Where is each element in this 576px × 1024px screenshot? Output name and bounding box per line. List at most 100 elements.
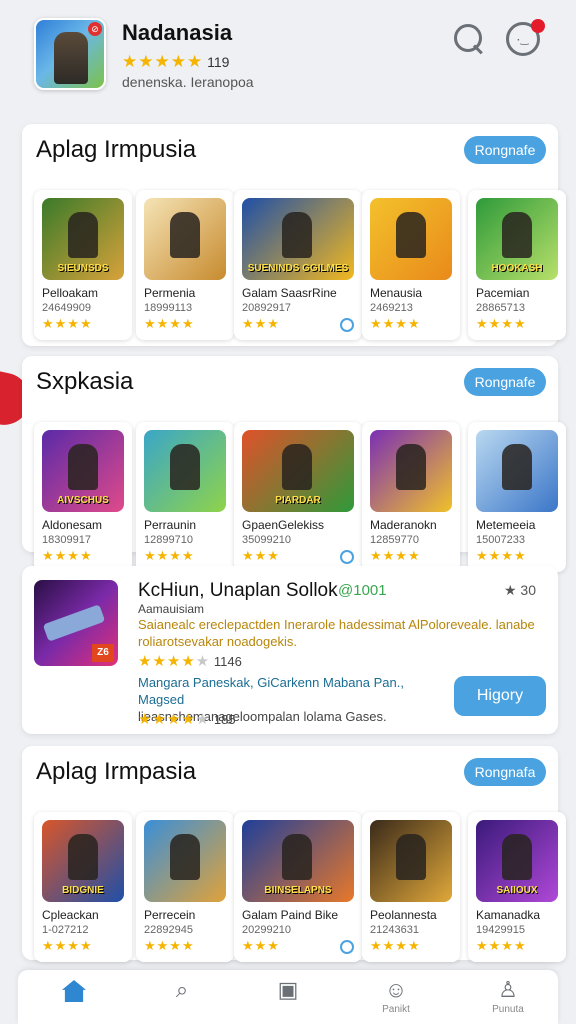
game-card[interactable]: Menausia 2469213 ★★★★: [362, 190, 460, 340]
game-thumbnail: SUENINDS GGILMES: [242, 198, 354, 280]
character-art: [502, 212, 532, 258]
section-aplag-irmpasia: Aplag Irmpasia Rongnafa BIDGNIE Cpleackan…: [22, 746, 566, 962]
game-thumbnail: [144, 198, 226, 280]
game-name: GpaenGelekiss: [242, 518, 325, 532]
featured-tag: @1001: [338, 582, 387, 599]
game-name: Metemeeia: [476, 518, 536, 532]
game-thumbnail: [144, 820, 226, 902]
character-art: [68, 444, 98, 490]
game-name: Menausia: [370, 286, 423, 300]
game-thumbnail: [370, 430, 452, 512]
game-name: Perrecein: [144, 908, 196, 922]
download-count: 21243631: [370, 924, 419, 936]
game-card[interactable]: SIEUNSDS Pelloakam 24649909 ★★★★: [34, 190, 132, 340]
game-card[interactable]: Metemeeia 15007233 ★★★★: [468, 422, 566, 572]
character-art: [502, 444, 532, 490]
download-count: 1-027212: [42, 924, 89, 936]
game-name: Galam SaasrRine: [242, 286, 337, 300]
card-row: AIVSCHUS Aldonesam 18309917 ★★★★ Perraunin 12…: [22, 414, 576, 574]
home-icon: [34, 976, 114, 1004]
featured-app-card[interactable]: Z6 KcHiun, Unaplan Sollok @1001 ★ 30 Aam…: [22, 566, 558, 734]
notification-dot: [531, 19, 545, 33]
game-card[interactable]: PIARDAR GpaenGelekiss 35099210 ★★★: [234, 422, 362, 572]
download-count: 12859770: [370, 534, 419, 546]
app-icon[interactable]: ⊘: [34, 18, 106, 90]
thumbnail-label: HOOKASH: [491, 263, 543, 274]
character-art: [396, 444, 426, 490]
download-count: 20299210: [242, 924, 291, 936]
featured-score: ★ 30: [503, 582, 536, 598]
game-name: Cpleackan: [42, 908, 99, 922]
featured-thumbnail[interactable]: Z6: [34, 580, 118, 666]
character-art: [502, 834, 532, 880]
section-more-button[interactable]: Rongnafe: [464, 136, 546, 164]
game-card[interactable]: Peolannesta 21243631 ★★★★: [362, 812, 460, 962]
profile-face-glyph: ·‿: [517, 35, 529, 46]
profile-icon[interactable]: ·‿: [506, 19, 545, 56]
game-name: Peolannesta: [370, 908, 437, 922]
game-rating-stars: ★★★★: [42, 316, 93, 331]
game-card[interactable]: Permenia 18999113 ★★★★: [136, 190, 234, 340]
character-art: [396, 212, 426, 258]
game-card[interactable]: BIDGNIE Cpleackan 1-027212 ★★★★: [34, 812, 132, 962]
game-card[interactable]: Perraunin 12899710 ★★★★: [136, 422, 234, 572]
character-art: [170, 212, 200, 258]
game-card[interactable]: SUENINDS GGILMES Galam SaasrRine 20892917 ★…: [234, 190, 362, 340]
thumbnail-label: PIARDAR: [275, 495, 321, 506]
nav-punuta[interactable]: ♙ Punuta: [468, 976, 548, 1022]
section-title: Aplag Irmpusia: [36, 136, 197, 163]
thumbnail-label: BIINSELAPNS: [264, 885, 332, 896]
game-rating-stars: ★★★★: [476, 938, 527, 953]
featured-action-button[interactable]: Higory: [454, 676, 546, 716]
game-card[interactable]: BIINSELAPNS Galam Paind Bike 20299210 ★★★: [234, 812, 362, 962]
featured-rating-1: ★★★★★ 1146: [138, 652, 242, 670]
game-name: Aldonesam: [42, 518, 103, 532]
section-more-button[interactable]: Rongnafa: [464, 758, 546, 786]
game-card[interactable]: Maderanokn 12859770 ★★★★: [362, 422, 460, 572]
download-count: 20892917: [242, 302, 291, 314]
section-title: Sxpkasia: [36, 368, 134, 395]
section-aplag-irmpusia: Aplag Irmpusia Rongnafe SIEUNSDS Pelloaka…: [22, 124, 566, 346]
download-count: 24649909: [42, 302, 91, 314]
download-count: 12899710: [144, 534, 193, 546]
character-art: [282, 444, 312, 490]
developer-name: denenska. Ieranopoa: [122, 74, 254, 90]
face-icon: ☺: [384, 977, 408, 1002]
download-count: 18999113: [144, 302, 193, 314]
game-rating-stars: ★★★★: [476, 548, 527, 563]
download-count: 2469213: [370, 302, 413, 314]
character-art: [68, 834, 98, 880]
game-thumbnail: SIEUNSDS: [42, 198, 124, 280]
game-thumbnail: [476, 430, 558, 512]
nav-apps[interactable]: ▣: [248, 976, 328, 1022]
download-count: 15007233: [476, 534, 525, 546]
game-card[interactable]: SAIIOUX Kamanadka 19429915 ★★★★: [468, 812, 566, 962]
game-rating-stars: ★★★★: [370, 316, 421, 331]
download-count: 22892945: [144, 924, 193, 936]
featured-title: KcHiun, Unaplan Sollok: [138, 580, 338, 601]
nav-home[interactable]: [34, 976, 114, 1022]
nav-search[interactable]: ⌕: [142, 976, 222, 1022]
featured-description: Saianealc ereclepactden Inerarole hadess…: [138, 617, 535, 649]
nav-panikt[interactable]: ☺ Panikt: [356, 976, 436, 1022]
game-card[interactable]: Perrecein 22892945 ★★★★: [136, 812, 234, 962]
download-count: 28865713: [476, 302, 525, 314]
game-thumbnail: [370, 198, 452, 280]
character-art: [396, 834, 426, 880]
game-rating-stars: ★★★★: [370, 548, 421, 563]
person-icon: ♙: [498, 977, 518, 1002]
game-thumbnail: BIINSELAPNS: [242, 820, 354, 902]
game-rating-stars: ★★★★: [42, 938, 93, 953]
game-thumbnail: AIVSCHUS: [42, 430, 124, 512]
game-rating-stars: ★★★: [242, 548, 280, 563]
rating-stars: ★★★★★: [138, 711, 211, 728]
search-icon[interactable]: [452, 22, 486, 56]
thumbnail-label: SAIIOUX: [496, 885, 538, 896]
app-title: Nadanasia: [122, 20, 233, 45]
game-card[interactable]: HOOKASH Pacemian 28865713 ★★★★: [468, 190, 566, 340]
game-rating-stars: ★★★: [242, 938, 280, 953]
search-icon: ⌕: [175, 977, 189, 1002]
section-more-button[interactable]: Rongnafe: [464, 368, 546, 396]
game-thumbnail: PIARDAR: [242, 430, 354, 512]
game-card[interactable]: AIVSCHUS Aldonesam 18309917 ★★★★: [34, 422, 132, 572]
